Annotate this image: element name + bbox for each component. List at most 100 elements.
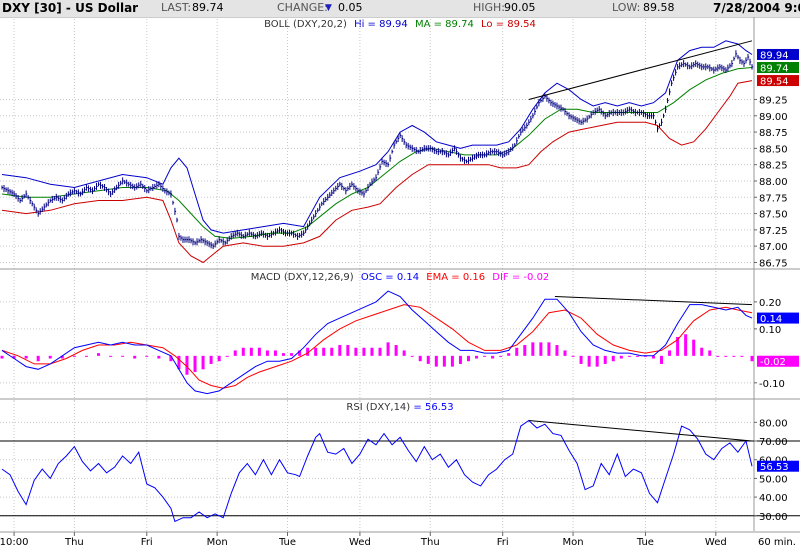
dif-bar xyxy=(225,355,229,357)
x-tick-label: Thu xyxy=(64,537,84,548)
dif-bar xyxy=(394,345,398,356)
y-tick-label: 87.75 xyxy=(759,193,788,204)
dif-bar xyxy=(338,345,342,356)
dif-bar xyxy=(450,355,454,367)
y-tick-label: 70.00 xyxy=(759,437,788,448)
macd-legend: MACD (DXY,12,26,9) OSC = 0.14 EMA = 0.16… xyxy=(251,272,550,283)
dif-bar xyxy=(378,347,382,356)
y-tick-label: 88.25 xyxy=(759,161,788,172)
dif-bar xyxy=(555,345,559,356)
dif-bar xyxy=(563,350,567,356)
value-box-label: -0.02 xyxy=(760,357,786,368)
dif-bar xyxy=(611,355,615,362)
y-tick-label: 0.10 xyxy=(759,325,781,336)
dif-bar xyxy=(442,355,446,367)
boll-hi-name: Hi xyxy=(354,19,364,30)
price-y-axis: 89.25 89.00 88.75 88.50 88.25 88.00 87.75 87.50… xyxy=(754,95,788,269)
macd-osc-name: OSC xyxy=(361,272,382,283)
price-value-boxes: 89.94 89.74 89.54 xyxy=(757,48,799,88)
dif-bar xyxy=(571,355,575,357)
dif-bar xyxy=(475,355,479,359)
y-tick-label: 89.25 xyxy=(759,95,788,106)
dif-bar xyxy=(732,355,736,357)
change-label: CHANGE: xyxy=(277,1,328,14)
dif-bar xyxy=(458,355,462,364)
dif-bar xyxy=(282,353,286,356)
dif-bar xyxy=(97,353,101,356)
last-label: LAST: xyxy=(161,1,192,14)
dif-bar xyxy=(354,347,358,356)
y-tick-label: 88.50 xyxy=(759,144,788,155)
dif-bar xyxy=(716,355,720,357)
dif-bar xyxy=(386,342,390,356)
dif-bar xyxy=(724,355,728,357)
boll-ma-value: 89.74 xyxy=(445,19,474,30)
value-box-label: 0.14 xyxy=(760,314,782,325)
y-tick-label: 40.00 xyxy=(759,493,788,504)
dif-bar xyxy=(410,355,414,357)
y-tick-label: 87.25 xyxy=(759,226,788,237)
dif-bar xyxy=(426,355,430,364)
x-tick-label: Mon xyxy=(207,537,228,548)
dif-bar xyxy=(579,355,583,364)
macd-prefix: MACD (DXY,12,26,9) xyxy=(251,272,354,283)
y-tick-label: 89.00 xyxy=(759,112,788,123)
quote-header: DXY [30] - US Dollar LAST: 89.74 CHANGE:… xyxy=(0,0,800,18)
x-tick-label: Thu xyxy=(420,537,440,548)
dif-bar xyxy=(24,355,28,359)
dif-bar xyxy=(217,355,221,362)
dif-bar xyxy=(36,355,40,362)
dif-bar xyxy=(362,347,366,356)
dif-bar xyxy=(330,347,334,356)
dif-bar xyxy=(84,355,88,357)
boll-lo-name: Lo xyxy=(481,19,493,30)
dif-bar xyxy=(619,355,623,359)
y-tick-label: 30.00 xyxy=(759,512,788,523)
x-tick-label: 10:00 xyxy=(0,537,28,548)
dif-bar xyxy=(346,345,350,356)
down-arrow-icon: ▼ xyxy=(325,3,332,13)
symbol-title: DXY [30] - US Dollar xyxy=(2,1,139,15)
x-tick-label: Fri xyxy=(141,537,153,548)
y-tick-label: 80.00 xyxy=(759,418,788,429)
low-value: 89.58 xyxy=(643,1,675,14)
dif-bar xyxy=(0,355,4,359)
x-tick-label: Mon xyxy=(562,537,583,548)
dif-bar xyxy=(241,347,245,356)
dif-bar xyxy=(434,355,438,367)
dif-bar xyxy=(684,334,688,356)
dif-bar xyxy=(587,355,591,367)
rsi-legend: RSI (DXY,14) = 56.53 xyxy=(346,402,453,413)
chart-area: BOLL (DXY,20,2) Hi = 89.94 MA = 89.74 Lo… xyxy=(0,17,800,550)
x-tick-label: Tue xyxy=(636,537,654,548)
dif-bar xyxy=(750,355,754,362)
dif-bar xyxy=(201,355,205,370)
rsi-prefix: RSI (DXY,14) xyxy=(346,402,410,413)
last-value: 89.74 xyxy=(192,1,224,14)
y-tick-label: 50.00 xyxy=(759,474,788,485)
y-tick-label: -0.10 xyxy=(759,379,785,390)
quote-datetime: 7/28/2004 9:00 xyxy=(713,1,800,15)
dif-bar xyxy=(257,347,261,356)
dif-bar xyxy=(370,347,374,356)
dif-bar xyxy=(635,355,639,357)
dif-bar xyxy=(72,355,76,357)
low-label: LOW: xyxy=(612,1,641,14)
dif-bar xyxy=(249,347,253,356)
x-tick-label: Tue xyxy=(278,537,296,548)
dif-bar xyxy=(314,347,318,356)
dif-bar xyxy=(109,355,113,357)
macd-dif-name: DIF xyxy=(492,272,509,283)
change-value: 0.05 xyxy=(338,1,363,14)
dif-bar xyxy=(692,339,696,356)
dif-bar xyxy=(121,355,125,357)
dif-bar xyxy=(402,350,406,356)
dif-bar xyxy=(740,355,744,357)
dif-bar xyxy=(531,342,535,356)
dif-bar xyxy=(499,355,503,357)
y-tick-label: 86.75 xyxy=(759,258,788,269)
x-tick-label: Wed xyxy=(349,537,371,548)
macd-osc-value: 0.14 xyxy=(397,272,419,283)
dif-bar xyxy=(700,347,704,356)
high-label: HIGH: xyxy=(473,1,506,14)
